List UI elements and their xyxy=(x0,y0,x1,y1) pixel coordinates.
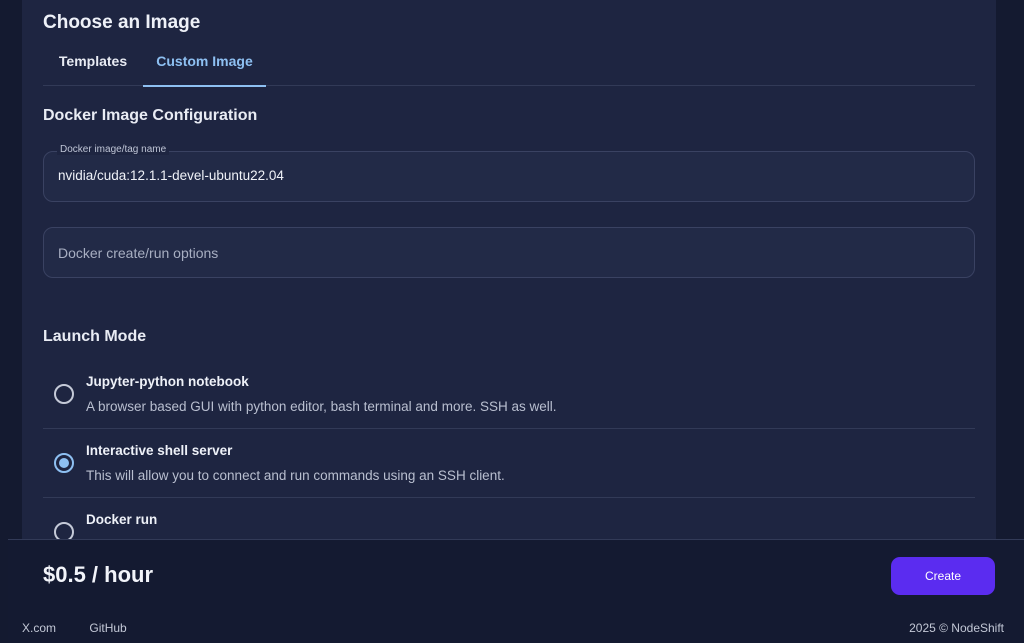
launch-option-title: Jupyter-python notebook xyxy=(86,374,249,389)
docker-options-field[interactable]: Docker create/run options xyxy=(43,227,975,278)
page-title: Choose an Image xyxy=(43,12,201,33)
launch-option-description: A browser based GUI with python editor, … xyxy=(86,399,557,414)
docker-image-label: Docker image/tag name xyxy=(57,144,170,155)
tab-bar: Templates Custom Image xyxy=(43,40,975,87)
launch-option-title: Docker run xyxy=(86,512,158,527)
docker-image-field[interactable]: Docker image/tag name nvidia/cuda:12.1.1… xyxy=(43,144,975,202)
tab-templates[interactable]: Templates xyxy=(43,40,143,86)
price-per-hour: $0.5 / hour xyxy=(43,562,154,587)
image-selection-card: Choose an Image Templates Custom Image D… xyxy=(22,0,996,560)
launch-option-jupyter[interactable]: Jupyter-python notebook A browser based … xyxy=(43,360,975,429)
copyright-text: 2025 © NodeShift xyxy=(909,621,1004,635)
launch-option-title: Interactive shell server xyxy=(86,443,233,458)
footer-link-github[interactable]: GitHub xyxy=(89,621,126,635)
launch-option-shell[interactable]: Interactive shell server This will allow… xyxy=(43,429,975,498)
footer-bar: $0.5 / hour Create X.com GitHub 2025 © N… xyxy=(8,539,1024,643)
launch-mode-heading: Launch Mode xyxy=(43,328,147,345)
footer-links: X.com GitHub xyxy=(22,621,157,635)
docker-options-input[interactable]: Docker create/run options xyxy=(58,245,218,261)
radio-shell[interactable] xyxy=(54,453,74,473)
create-button[interactable]: Create xyxy=(891,557,995,595)
footer-link-x[interactable]: X.com xyxy=(22,621,56,635)
docker-config-heading: Docker Image Configuration xyxy=(43,107,258,124)
launch-option-description: This will allow you to connect and run c… xyxy=(86,468,505,483)
radio-jupyter[interactable] xyxy=(54,384,74,404)
docker-image-input[interactable]: nvidia/cuda:12.1.1-devel-ubuntu22.04 xyxy=(58,168,284,183)
tab-custom-image[interactable]: Custom Image xyxy=(143,40,266,87)
